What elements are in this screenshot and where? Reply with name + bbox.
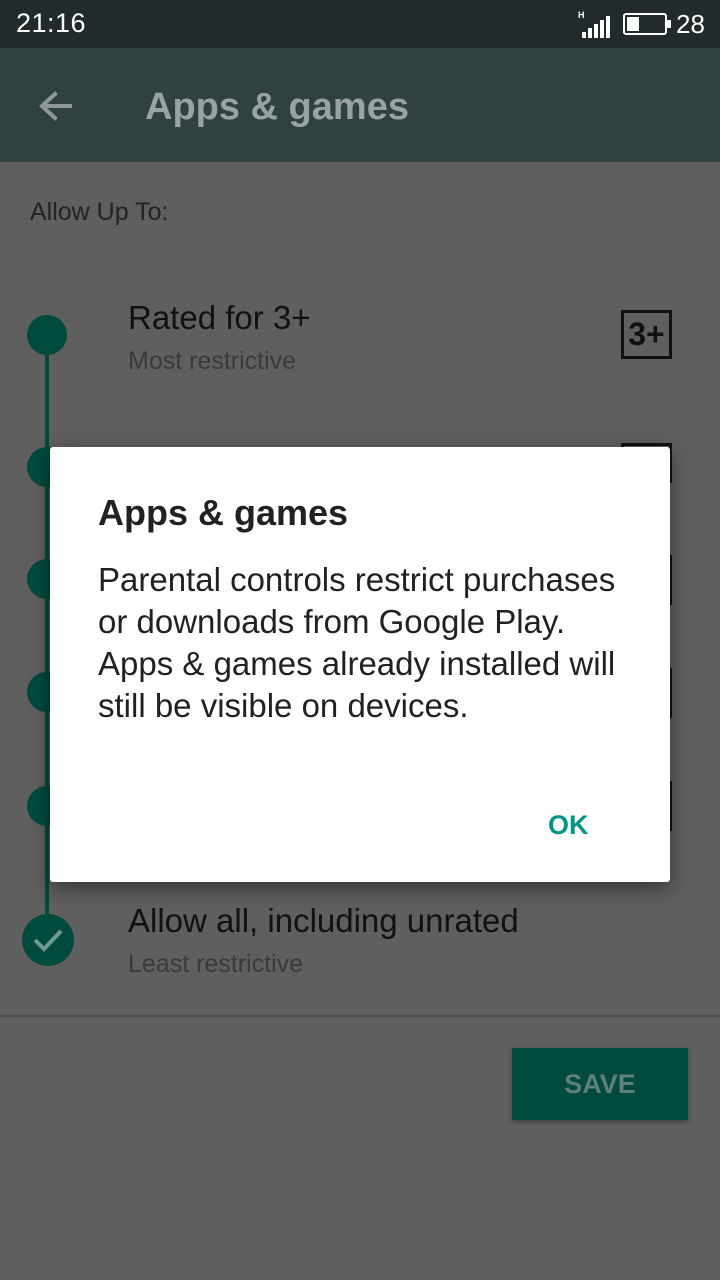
- save-button[interactable]: SAVE: [512, 1048, 688, 1120]
- allow-up-to-label: Allow Up To:: [30, 198, 169, 226]
- rating-title-all[interactable]: Allow all, including unrated: [128, 902, 519, 940]
- page-title: Apps & games: [145, 86, 409, 128]
- check-icon: [33, 929, 63, 952]
- rating-subtitle-all: Least restrictive: [128, 950, 304, 978]
- rating-slider-track[interactable]: [45, 333, 49, 933]
- battery-fill: [627, 17, 639, 31]
- info-dialog: Apps & games Parental controls restrict …: [50, 447, 670, 882]
- signal-icon: H: [578, 10, 612, 38]
- back-arrow-icon[interactable]: [36, 86, 76, 126]
- dialog-title: Apps & games: [98, 492, 349, 533]
- ok-button[interactable]: OK: [548, 810, 589, 841]
- rating-step-3[interactable]: [27, 315, 67, 355]
- status-time: 21:16: [16, 8, 87, 38]
- battery-icon: [623, 13, 671, 35]
- rating-badge-3: 3+: [621, 310, 672, 359]
- network-type-label: H: [578, 10, 585, 20]
- rating-step-all-selected[interactable]: [22, 914, 74, 966]
- divider: [0, 1015, 720, 1017]
- rating-subtitle-3: Most restrictive: [128, 347, 297, 375]
- battery-level: 28: [676, 9, 705, 39]
- status-bar: 21:16 H 28: [0, 0, 720, 48]
- rating-title-3[interactable]: Rated for 3+: [128, 299, 311, 337]
- app-bar: Apps & games: [0, 48, 720, 162]
- dialog-message: Parental controls restrict purchases or …: [98, 561, 616, 724]
